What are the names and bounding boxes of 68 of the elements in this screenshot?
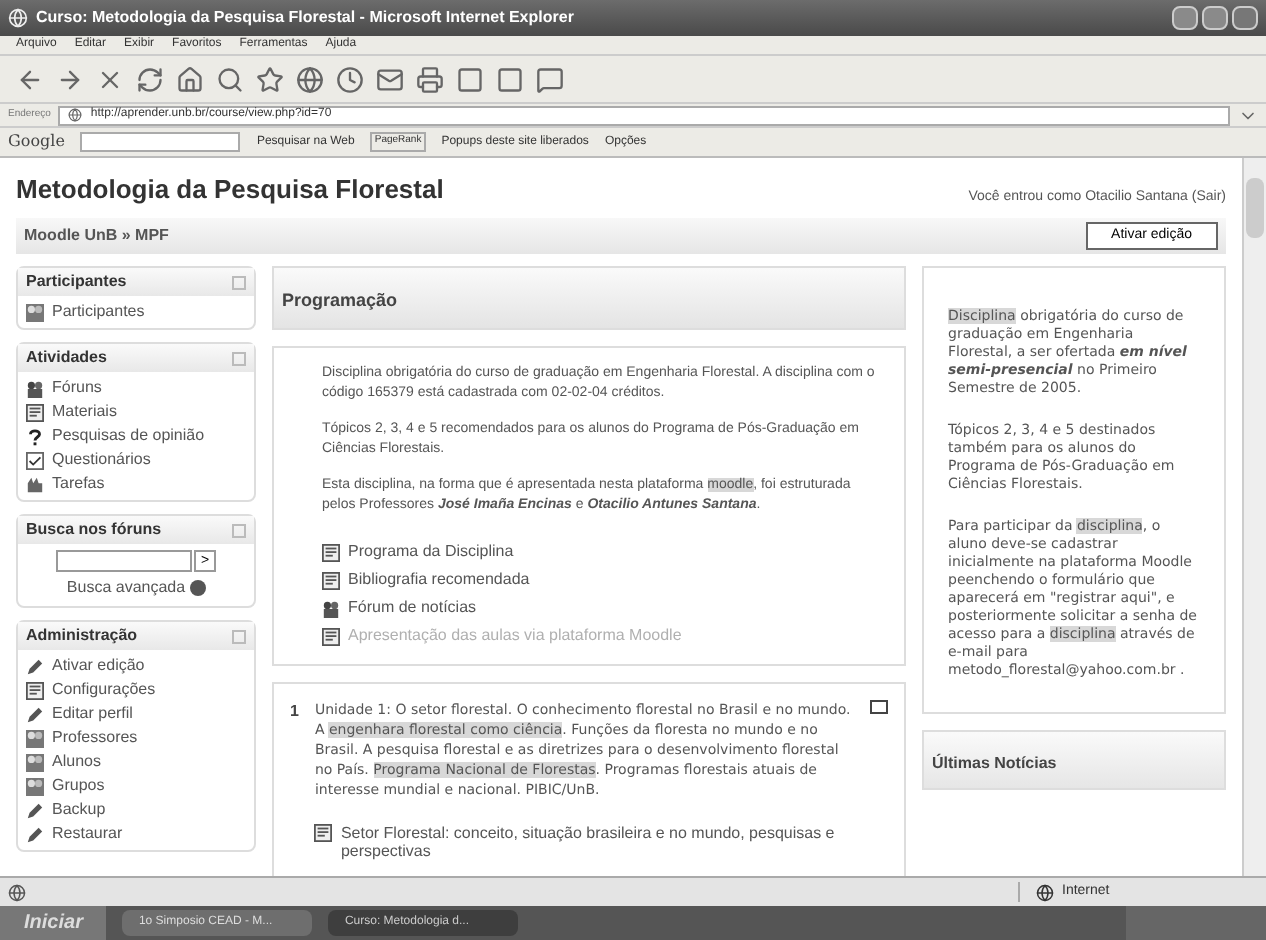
- breadcrumb[interactable]: Moodle UnB » MPF: [24, 223, 169, 248]
- globe-icon: [1036, 883, 1054, 901]
- section-title: Programação: [282, 290, 398, 310]
- advanced-search-link[interactable]: Busca avançada: [66, 576, 186, 600]
- google-search-field[interactable]: [80, 132, 241, 152]
- pencil-icon: [26, 657, 44, 675]
- document-icon: [322, 543, 340, 561]
- people-icon: [26, 753, 44, 771]
- question-mark-icon: [26, 427, 44, 445]
- globe-icon[interactable]: [296, 65, 324, 93]
- document-icon: [322, 627, 340, 645]
- document-icon: [314, 824, 333, 842]
- resource-link[interactable]: Fórum de notícias: [348, 596, 477, 620]
- people-icon: [322, 599, 340, 617]
- history-icon[interactable]: [336, 65, 364, 93]
- block-link[interactable]: Tarefas: [52, 474, 105, 494]
- topic-number: 1: [290, 700, 299, 724]
- system-tray: [1126, 906, 1266, 940]
- page-icon: [8, 883, 26, 901]
- scrollbar[interactable]: [1242, 158, 1266, 876]
- resource-link[interactable]: Bibliografia recomendada: [348, 568, 530, 592]
- block-link[interactable]: Materiais: [52, 402, 117, 422]
- block-link[interactable]: Backup: [52, 800, 106, 820]
- checklist-icon: [26, 451, 44, 469]
- block-link[interactable]: Questionários: [52, 450, 151, 470]
- forward-icon[interactable]: [56, 65, 84, 93]
- block-title: Busca nos fóruns: [26, 520, 162, 540]
- block-title: Atividades: [26, 348, 107, 368]
- block-link[interactable]: Alunos: [52, 752, 101, 772]
- document-icon: [26, 681, 44, 699]
- star-icon[interactable]: [256, 65, 284, 93]
- people-icon: [26, 379, 44, 397]
- search-icon[interactable]: [216, 65, 244, 93]
- refresh-icon[interactable]: [136, 65, 164, 93]
- block-link[interactable]: Ativar edição: [52, 656, 145, 676]
- document-icon: [26, 403, 44, 421]
- block-link[interactable]: Fóruns: [52, 378, 102, 398]
- window-title: Curso: Metodologia da Pesquisa Florestal - Microsoft Internet Explorer: [36, 6, 574, 30]
- people-icon: [26, 303, 44, 321]
- back-icon[interactable]: [16, 65, 44, 93]
- printer-icon[interactable]: [416, 65, 444, 93]
- resource-link[interactable]: Setor Florestal: conceito, situação brasileira e no mundo, pesquisas e perspectivas: [340, 824, 854, 860]
- block-link[interactable]: Restaurar: [52, 824, 123, 844]
- resource-link[interactable]: Programa da Disciplina: [348, 540, 514, 564]
- window-icon[interactable]: [456, 65, 484, 93]
- pencil-icon: [26, 705, 44, 723]
- highlight-toggle-icon[interactable]: [870, 700, 888, 714]
- people-icon: [26, 777, 44, 795]
- google-logo: Google: [8, 130, 65, 154]
- speech-bubble-icon[interactable]: [536, 65, 564, 93]
- browser-icon: [8, 8, 28, 28]
- block-link[interactable]: Participantes: [52, 302, 145, 322]
- block-link[interactable]: Configurações: [52, 680, 156, 700]
- window-icon[interactable]: [496, 65, 524, 93]
- search-field[interactable]: [56, 550, 193, 572]
- people-icon: [26, 729, 44, 747]
- home-icon[interactable]: [176, 65, 204, 93]
- block-link[interactable]: Grupos: [52, 776, 105, 796]
- block-title: Participantes: [26, 272, 127, 292]
- block-link[interactable]: Pesquisas de opinião: [52, 426, 205, 446]
- block-link[interactable]: Editar perfil: [52, 704, 133, 724]
- block-title: Últimas Notícias: [932, 754, 1057, 772]
- block-link[interactable]: Professores: [52, 728, 138, 748]
- course-title: Metodologia da Pesquisa Florestal: [16, 172, 444, 208]
- page-icon: [68, 108, 83, 122]
- document-icon: [322, 571, 340, 589]
- mail-icon[interactable]: [376, 65, 404, 93]
- block-title: Administração: [26, 626, 138, 646]
